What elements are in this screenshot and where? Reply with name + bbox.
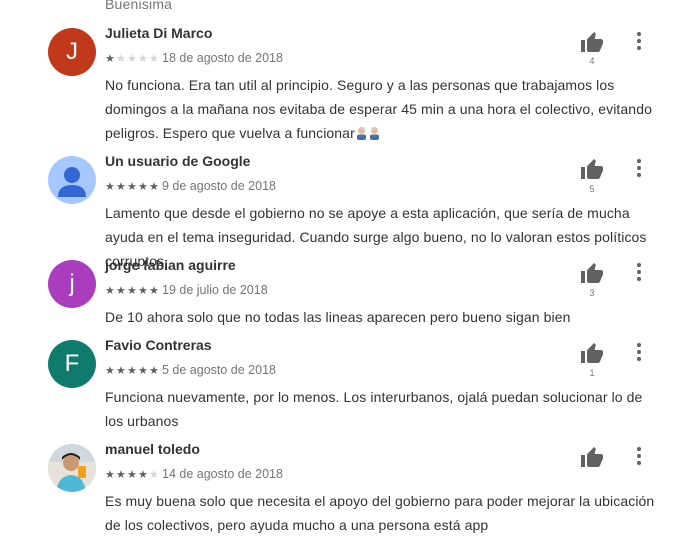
review-text: Es muy buena solo que necesita el apoyo … [105,493,655,533]
old-man-emoji-icon [355,123,368,140]
star-icon: ★ [149,53,159,65]
review-author: Favio Contreras [105,337,212,353]
star-icon: ★ [138,285,148,297]
star-icon: ★ [138,53,148,65]
helpful-count: 3 [589,288,595,298]
avatar: F [48,340,96,388]
star-icon: ★ [116,469,126,481]
star-icon: ★ [138,469,148,481]
review-author: manuel toledo [105,441,200,457]
user-photo [48,444,96,492]
review-author: jorge fabian aguirre [105,257,236,273]
star-icon: ★ [116,285,126,297]
star-icon: ★ [105,181,115,193]
avatar-letter: J [66,38,78,65]
star-icon: ★ [127,469,137,481]
more-vert-icon[interactable] [630,157,648,179]
star-icon: ★ [116,181,126,193]
review-author: Julieta Di Marco [105,25,213,41]
star-icon: ★ [149,181,159,193]
star-icon: ★ [105,365,115,377]
more-vert-icon[interactable] [630,445,648,467]
thumb-up-icon[interactable] [579,342,605,366]
avatar-letter: j [69,270,75,297]
helpful-count: 1 [589,368,595,378]
star-icon: ★ [116,53,126,65]
review-date: 9 de agosto de 2018 [162,179,276,193]
star-icon: ★ [105,285,115,297]
star-rating: ★★★★★ 9 de agosto de 2018 [105,179,276,193]
star-icon: ★ [149,285,159,297]
star-rating: ★★★★★ 18 de agosto de 2018 [105,51,283,65]
star-icon: ★ [127,181,137,193]
partial-review-text: Buenisima [105,0,173,12]
star-icon: ★ [138,365,148,377]
star-rating: ★★★★★ 5 de agosto de 2018 [105,363,276,377]
helpful-count: 4 [589,56,595,66]
more-vert-icon[interactable] [630,261,648,283]
review-date: 5 de agosto de 2018 [162,363,276,377]
avatar [48,156,96,204]
star-icon: ★ [149,365,159,377]
avatar-letter: F [64,350,80,377]
review-date: 18 de agosto de 2018 [162,51,283,65]
thumb-up-icon[interactable] [579,158,605,182]
star-rating: ★★★★★ 19 de julio de 2018 [105,283,268,297]
review-date: 14 de agosto de 2018 [162,467,283,481]
review-text: De 10 ahora solo que no todas las lineas… [105,309,571,325]
default-user-icon [58,167,86,197]
helpful-count: 5 [589,184,595,194]
star-icon: ★ [105,53,115,65]
thumb-up-icon[interactable] [579,262,605,286]
thumb-up-icon[interactable] [579,31,605,55]
avatar: J [48,28,96,76]
avatar [48,444,96,492]
avatar: j [48,260,96,308]
star-icon: ★ [127,285,137,297]
star-icon: ★ [138,181,148,193]
more-vert-icon[interactable] [630,30,648,52]
star-icon: ★ [149,469,159,481]
thumb-up-icon[interactable] [579,446,605,470]
star-icon: ★ [116,365,126,377]
star-rating: ★★★★★ 14 de agosto de 2018 [105,467,283,481]
star-icon: ★ [127,365,137,377]
star-icon: ★ [105,469,115,481]
review-text: Funciona nuevamente, por lo menos. Los i… [105,389,643,429]
review-text: No funciona. Era tan util al principio. … [105,73,655,145]
review-author: Un usuario de Google [105,153,251,169]
more-vert-icon[interactable] [630,341,648,363]
star-icon: ★ [127,53,137,65]
old-man-emoji-icon [368,123,381,140]
review-date: 19 de julio de 2018 [162,283,268,297]
